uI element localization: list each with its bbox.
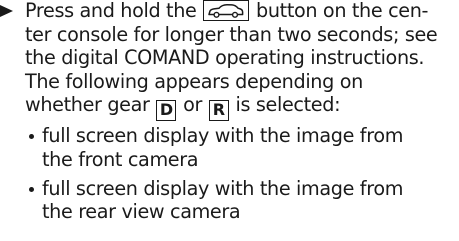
car-camera-button-icon (203, 0, 250, 21)
instruction-text-5b: is selected: (235, 93, 341, 117)
instruction-text-5a: whether gear (25, 93, 150, 117)
bullet-icon (29, 134, 34, 140)
instruction-line-4: The following appears depending on (25, 69, 363, 93)
instruction-line-5: whether gear D or R is selected: (25, 93, 459, 122)
step-arrow-icon (0, 5, 13, 17)
bullet-icon (29, 186, 34, 192)
list-item: full screen display with the image from … (0, 177, 459, 224)
instruction-line-2: ter console for longer than two seconds;… (25, 22, 438, 46)
instruction-text-1a: Press and hold the (25, 0, 197, 22)
instruction-text-1b: button on the cen- (256, 0, 429, 22)
display-options-list: full screen display with the image from … (0, 124, 459, 223)
option-line-1: full screen display with the image from (42, 124, 404, 148)
instruction-line-1: Press and hold the button on the cen- (25, 0, 459, 23)
option-line-1: full screen display with the image from (42, 176, 404, 200)
gear-r-symbol: R (208, 100, 229, 122)
instruction-step: Press and hold the button on the cen- te… (0, 0, 459, 122)
instruction-text-5-or: or (183, 93, 203, 117)
list-item: full screen display with the image from … (0, 124, 459, 171)
instruction-line-3: the digital COMAND operating instruction… (25, 46, 425, 70)
gear-d-symbol: D (156, 100, 177, 122)
option-line-2: the front camera (42, 147, 199, 171)
option-line-2: the rear view camera (42, 200, 241, 224)
document-page: Press and hold the button on the cen- te… (0, 0, 459, 241)
